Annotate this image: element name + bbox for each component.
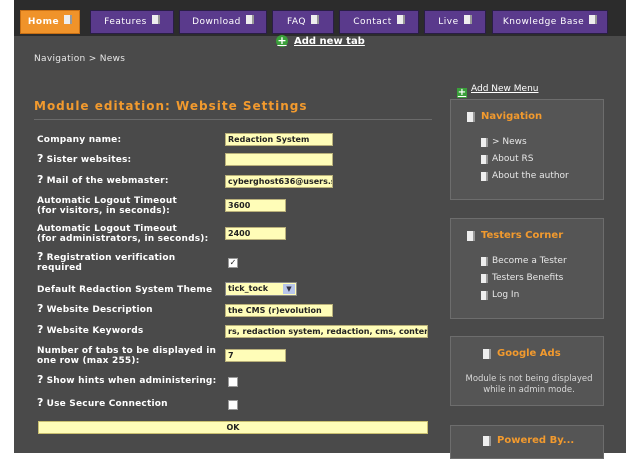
tab-bar: Home Features Download FAQ Contact Live … [14,0,626,36]
sidebar-item-about-author[interactable]: About the author [481,171,569,181]
document-icon [481,171,488,181]
logout-admins-input[interactable]: 2400 [225,227,286,240]
testers-box-title: Testers Corner [481,230,564,241]
tab-knowledge-base[interactable]: Knowledge Base [492,10,608,34]
tab-faq[interactable]: FAQ [272,10,334,34]
document-icon [151,14,160,24]
show-hints-checkbox[interactable] [228,377,238,387]
navigation-box-title: Navigation [481,111,543,122]
company-name-input[interactable]: Redaction System [225,133,333,146]
add-icon: + [457,87,467,98]
tab-features[interactable]: Features [90,10,174,34]
theme-label: Default Redaction System Theme [37,285,213,295]
sidebar-item-news[interactable]: > News [481,137,527,147]
document-icon [481,290,488,300]
hint-icon[interactable]: ? [37,173,44,186]
secure-connection-label: ? Use Secure Connection [37,396,168,409]
document-icon [467,230,475,241]
hint-icon[interactable]: ? [37,396,44,409]
company-name-label: Company name: [37,135,122,145]
document-icon [483,348,491,359]
add-tab-link[interactable]: + Add new tab [276,35,365,47]
logout-visitors-label: Automatic Logout Timeout (for visitors, i… [37,196,177,216]
logout-visitors-input[interactable]: 3600 [225,199,286,212]
website-description-input[interactable]: the CMS (r)evolution [225,304,333,317]
hint-icon[interactable]: ? [37,152,44,165]
hint-icon[interactable]: ? [37,373,44,386]
website-keywords-label: ? Website Keywords [37,323,144,336]
tab-download[interactable]: Download [179,10,267,34]
powered-by-box: Powered By... [450,425,604,459]
tabs-per-row-input[interactable]: 7 [225,349,286,362]
tab-contact[interactable]: Contact [339,10,419,34]
document-icon [463,14,472,24]
document-icon [64,14,73,24]
add-icon: + [276,34,288,47]
add-menu-link[interactable]: + Add New Menu [457,84,539,98]
webmaster-mail-input[interactable]: cyberghost636@users.s [225,175,333,188]
document-icon [481,256,488,266]
tab-live[interactable]: Live [424,10,486,34]
breadcrumb: Navigation > News [34,54,126,64]
hint-icon[interactable]: ? [37,323,44,336]
chevron-down-icon: ▼ [283,284,295,294]
document-icon [310,14,319,24]
document-icon [483,435,491,446]
tab-home[interactable]: Home [20,10,80,34]
registration-verification-checkbox[interactable]: ✓ [228,258,238,268]
document-icon [481,137,488,147]
module-title: Module editation: Website Settings [34,99,308,113]
registration-verification-label: ? Registration verification required [37,250,176,273]
sister-websites-label: ? Sister websites: [37,152,132,165]
sidebar-item-become-tester[interactable]: Become a Tester [481,256,567,266]
google-ads-text: Module is not being displayed while in a… [465,374,593,395]
divider [34,119,432,120]
document-icon [481,154,488,164]
sidebar-item-testers-benefits[interactable]: Testers Benefits [481,273,563,283]
hint-icon[interactable]: ? [37,302,44,315]
website-description-label: ? Website Description [37,302,153,315]
document-icon [245,14,254,24]
sister-websites-input[interactable] [225,153,333,166]
ok-button[interactable]: OK [38,421,428,434]
powered-by-title: Powered By... [497,435,575,446]
document-icon [396,14,405,24]
google-ads-box: Google Ads Module is not being displayed… [450,336,604,406]
website-keywords-input[interactable]: rs, redaction system, redaction, cms, co… [225,325,428,338]
tabs-per-row-label: Number of tabs to be displayed in one row… [37,346,217,366]
logout-admins-label: Automatic Logout Timeout (for administrat… [37,224,209,244]
google-ads-title: Google Ads [497,348,561,359]
hint-icon[interactable]: ? [37,250,44,263]
document-icon [467,111,475,122]
theme-select[interactable]: tick_tock ▼ [225,282,297,296]
navigation-box: Navigation > News About RS About the aut… [450,99,604,200]
webmaster-mail-label: ? Mail of the webmaster: [37,173,169,186]
sidebar-item-about-rs[interactable]: About RS [481,154,533,164]
sidebar-item-log-in[interactable]: Log In [481,290,519,300]
secure-connection-checkbox[interactable] [228,400,238,410]
document-icon [589,14,598,24]
show-hints-label: ? Show hints when administering: [37,373,217,386]
page: Home Features Download FAQ Contact Live … [14,0,626,459]
document-icon [481,273,488,283]
testers-box: Testers Corner Become a Tester Testers B… [450,218,604,319]
